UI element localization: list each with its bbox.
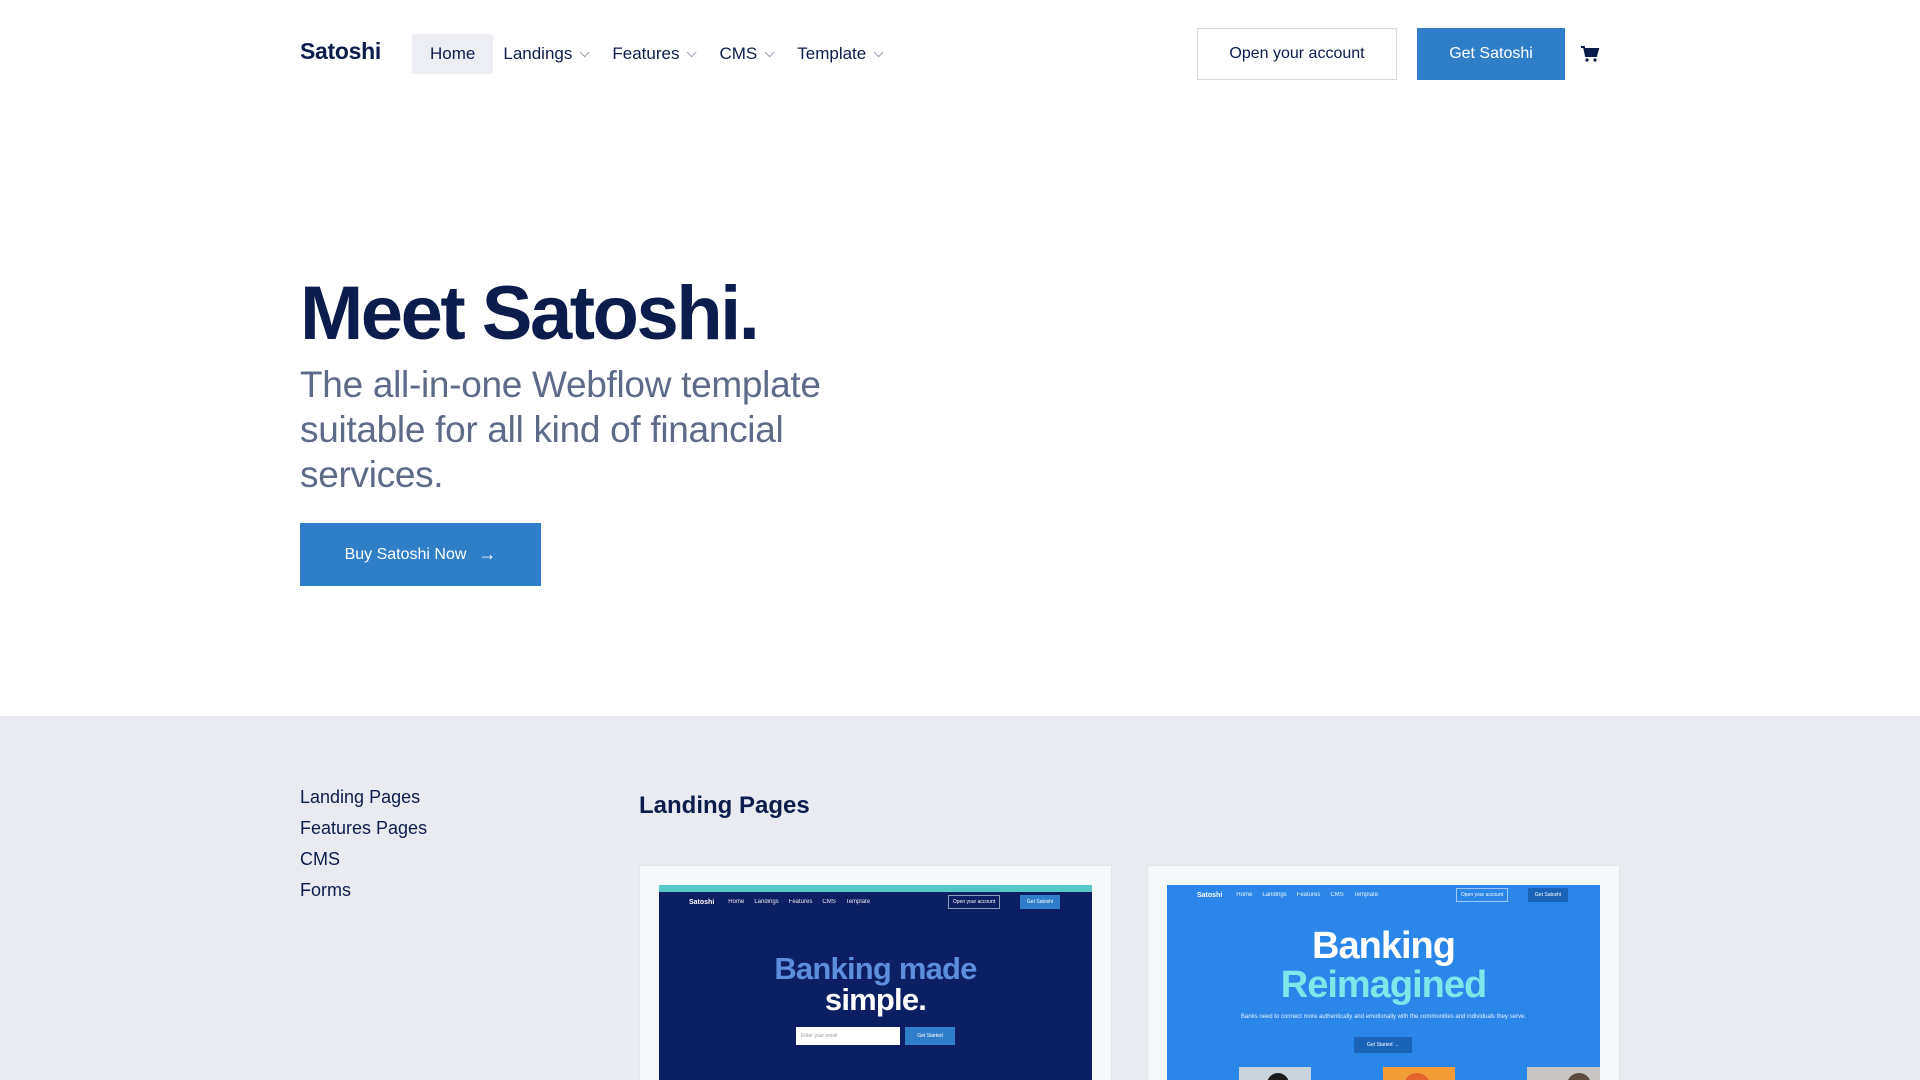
hero-subtitle: The all-in-one Webflow template suitable… <box>300 364 821 496</box>
preview-nav: Satoshi Home Landings Features CMS Templ… <box>1167 885 1600 905</box>
preview-nav-item: CMS <box>1330 892 1344 898</box>
preview-outline-button: Open your account <box>948 895 1000 909</box>
preview-email-input: Enter your email <box>796 1027 900 1045</box>
nav-item-landings[interactable]: Landings <box>493 34 596 74</box>
preview-photo <box>1527 1067 1600 1080</box>
cart-icon[interactable] <box>1580 44 1600 64</box>
preview-heading-accent: simple. <box>824 982 927 1017</box>
preview-heading: Banking <box>1312 925 1456 967</box>
logo[interactable]: Satoshi <box>300 38 381 65</box>
nav-item-home[interactable]: Home <box>412 34 494 74</box>
preview-logo: Satoshi <box>1197 891 1223 899</box>
preview-nav-item: CMS <box>822 899 836 905</box>
sidebar-link-landing-pages[interactable]: Landing Pages <box>300 782 427 813</box>
preview-nav-item: Landings <box>1262 892 1287 898</box>
preview-nav-item: Landings <box>754 899 779 905</box>
arrow-right-icon: → <box>478 544 497 564</box>
preview-nav-item: Features <box>1296 892 1321 898</box>
main-nav: Home Landings Features CMS Template <box>412 34 896 74</box>
ticker-bar <box>659 885 1092 892</box>
chevron-down-icon <box>764 46 775 57</box>
chevron-down-icon <box>687 46 698 57</box>
nav-item-template[interactable]: Template <box>787 34 890 74</box>
get-satoshi-button[interactable]: Get Satoshi <box>1417 28 1565 80</box>
preview-nav-item: Home <box>728 899 745 905</box>
sidebar-link-features-pages[interactable]: Features Pages <box>300 813 427 844</box>
nav-item-label: Home <box>430 44 476 63</box>
landing-preview-thumbnail: Satoshi Home Landings Features CMS Templ… <box>1167 885 1600 1080</box>
nav-item-cms[interactable]: CMS <box>709 34 781 74</box>
buy-satoshi-button[interactable]: Buy Satoshi Now → <box>300 523 541 586</box>
pages-section: Landing Pages Features Pages CMS Forms L… <box>0 716 1920 1080</box>
open-account-button[interactable]: Open your account <box>1197 28 1397 80</box>
landing-page-card[interactable]: Satoshi Home Landings Features CMS Templ… <box>639 865 1112 1080</box>
preview-nav-item: Template <box>1353 892 1379 898</box>
chevron-down-icon <box>873 46 884 57</box>
preview-primary-button: Get Satoshi <box>1020 895 1060 909</box>
landing-preview-thumbnail: Satoshi Home Landings Features CMS Templ… <box>659 885 1092 1080</box>
sidebar-link-forms[interactable]: Forms <box>300 875 427 906</box>
sidebar-link-cms[interactable]: CMS <box>300 844 427 875</box>
landing-page-card[interactable]: Satoshi Home Landings Features CMS Templ… <box>1147 865 1620 1080</box>
preview-heading-accent: Reimagined <box>1280 964 1487 1006</box>
nav-item-label: CMS <box>719 44 758 63</box>
preview-body-text: Banks need to connect more authentically… <box>1240 1014 1527 1020</box>
nav-item-label: Template <box>797 44 867 63</box>
preview-get-started-button: Get Started → <box>1354 1037 1412 1053</box>
site-header: Satoshi Home Landings Features CMS Templ… <box>0 0 1920 108</box>
preview-nav-item: Home <box>1236 892 1253 898</box>
preview-photo <box>1383 1067 1455 1080</box>
hero-title: Meet Satoshi. <box>300 271 760 356</box>
nav-item-features[interactable]: Features <box>602 34 703 74</box>
nav-item-label: Landings <box>503 44 573 63</box>
preview-nav-item: Features <box>788 899 813 905</box>
section-sidebar: Landing Pages Features Pages CMS Forms <box>300 782 427 906</box>
preview-logo: Satoshi <box>689 898 715 906</box>
buy-satoshi-label: Buy Satoshi Now <box>344 545 467 563</box>
nav-item-label: Features <box>612 44 680 63</box>
section-title: Landing Pages <box>639 792 810 819</box>
preview-photo <box>1239 1067 1311 1080</box>
preview-nav: Satoshi Home Landings Features CMS Templ… <box>659 892 1092 912</box>
preview-nav-item: Template <box>845 899 871 905</box>
preview-outline-button: Open your account <box>1456 888 1508 902</box>
preview-get-started-button: Get Started <box>905 1027 955 1045</box>
preview-primary-button: Get Satoshi <box>1528 888 1568 902</box>
chevron-down-icon <box>580 46 590 57</box>
